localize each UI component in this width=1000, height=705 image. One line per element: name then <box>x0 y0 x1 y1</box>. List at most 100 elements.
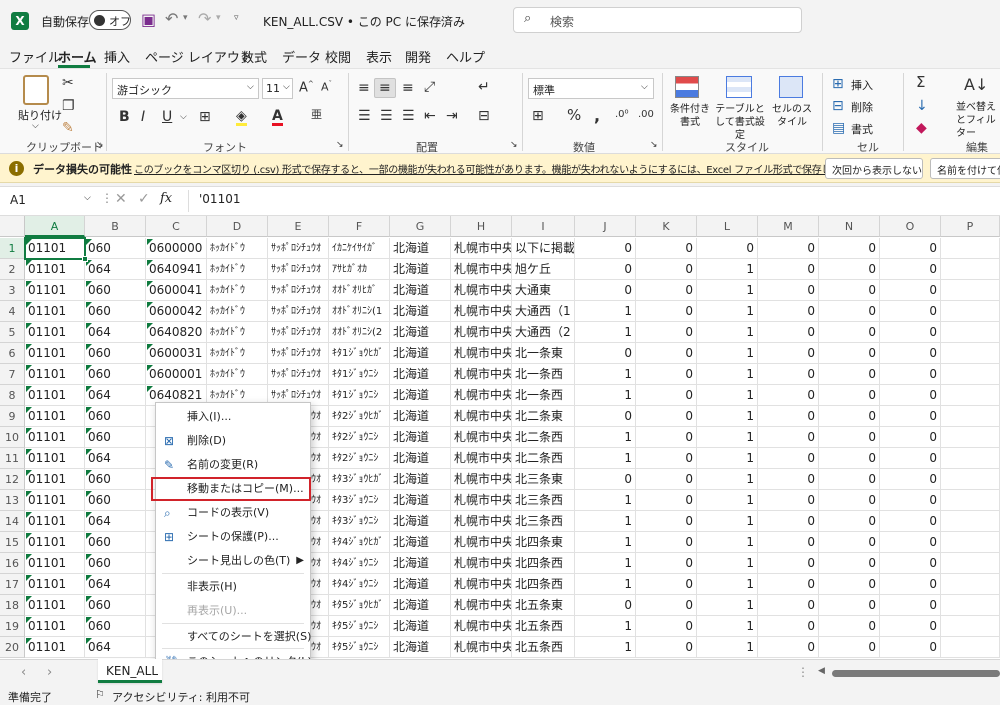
cell[interactable]: ｷﾀ3ｼﾞｮｳﾋｶﾞ <box>329 469 390 490</box>
cell[interactable]: 060 <box>85 553 146 574</box>
cell[interactable]: 1 <box>697 448 758 469</box>
cell[interactable]: 1 <box>697 259 758 280</box>
cell[interactable]: 1 <box>697 511 758 532</box>
row-header[interactable]: 6 <box>0 343 25 364</box>
accessibility-icon[interactable]: ⚐ <box>95 688 105 701</box>
cell[interactable]: 1 <box>575 553 636 574</box>
cell[interactable] <box>941 595 1000 616</box>
cell[interactable]: 01101 <box>25 490 85 511</box>
cell[interactable]: 北三条西 <box>512 511 575 532</box>
cell[interactable]: 1 <box>575 574 636 595</box>
cell[interactable]: 0 <box>636 511 697 532</box>
cell[interactable]: 0 <box>880 343 941 364</box>
bold-icon[interactable]: B <box>119 110 130 124</box>
insert-function-icon[interactable]: fx <box>160 191 172 206</box>
cell[interactable]: 0600042 <box>146 301 207 322</box>
cell[interactable]: 0 <box>758 301 819 322</box>
cell[interactable]: 0 <box>880 406 941 427</box>
font-color-icon[interactable]: A <box>272 109 283 126</box>
cell[interactable]: ｻｯﾎﾟﾛｼﾁｭｳｵ <box>268 259 329 280</box>
clipboard-launcher-icon[interactable]: ↘ <box>96 141 104 150</box>
cut-icon[interactable]: ✂ <box>62 76 74 90</box>
cell[interactable]: 0 <box>880 469 941 490</box>
number-format-select[interactable]: 標準 ⌵ <box>528 78 654 99</box>
dont-show-again-button[interactable]: 次回から表示しない <box>825 158 923 179</box>
cell[interactable]: 札幌市中央 <box>451 553 512 574</box>
font-launcher-icon[interactable]: ↘ <box>336 141 344 150</box>
cell[interactable]: 1 <box>697 574 758 595</box>
row-header[interactable]: 1 <box>0 238 25 259</box>
cell[interactable]: 北海道 <box>390 280 451 301</box>
cell[interactable]: ﾎｯｶｲﾄﾞｳ <box>207 343 268 364</box>
cell[interactable]: 0 <box>758 280 819 301</box>
cell[interactable]: 0 <box>819 364 880 385</box>
cell[interactable]: 0 <box>880 616 941 637</box>
spreadsheet-grid[interactable]: A B C D E F G H I J K L M N O P 1 01101 060 0600000 ﾎｯｶｲﾄﾞｳｻ… <box>0 216 1000 659</box>
cell[interactable]: 北三条東 <box>512 469 575 490</box>
menu-file[interactable]: ファイル <box>9 47 61 66</box>
cell[interactable]: 北二条西 <box>512 448 575 469</box>
undo-icon[interactable]: ↶ <box>165 11 178 27</box>
cell[interactable]: 0 <box>819 259 880 280</box>
formula-input[interactable]: '01101 <box>199 192 240 206</box>
cell[interactable]: 北海道 <box>390 448 451 469</box>
cell[interactable]: 0 <box>575 280 636 301</box>
number-launcher-icon[interactable]: ↘ <box>650 141 658 150</box>
cell[interactable]: ﾎｯｶｲﾄﾞｳ <box>207 322 268 343</box>
delete-cells-button[interactable]: 削除 <box>851 99 873 115</box>
cell[interactable]: 1 <box>575 385 636 406</box>
cell[interactable]: 旭ケ丘 <box>512 259 575 280</box>
table-format-button[interactable]: テーブルとして書式設定 <box>712 103 768 141</box>
cell[interactable]: 01101 <box>25 280 85 301</box>
cell[interactable]: ｷﾀ2ｼﾞｮｳﾋｶﾞ <box>329 406 390 427</box>
cell[interactable]: 札幌市中央 <box>451 280 512 301</box>
cell[interactable]: 北海道 <box>390 490 451 511</box>
cell[interactable]: 札幌市中央 <box>451 637 512 658</box>
title-chevron-icon[interactable]: ⌵ <box>436 12 444 26</box>
cell[interactable]: 1 <box>697 427 758 448</box>
cell[interactable] <box>941 301 1000 322</box>
cell[interactable]: 0 <box>758 616 819 637</box>
cell[interactable]: 064 <box>85 448 146 469</box>
context-menu-item[interactable]: シート見出しの色(T) ▶ <box>156 549 310 573</box>
cell[interactable]: 0 <box>819 553 880 574</box>
name-box[interactable]: A1 ⌵ <box>4 190 96 212</box>
menu-page-layout[interactable]: ページ レイアウト <box>145 47 253 66</box>
cell[interactable]: 0 <box>819 469 880 490</box>
cell[interactable]: 札幌市中央 <box>451 511 512 532</box>
underline-dropdown-icon[interactable]: ⌵ <box>180 113 187 122</box>
format-painter-icon[interactable]: ✎ <box>62 121 74 135</box>
cell[interactable] <box>941 385 1000 406</box>
row-header[interactable]: 14 <box>0 511 25 532</box>
cell[interactable]: ｷﾀ1ｼﾞｮｳﾆｼ <box>329 364 390 385</box>
cell[interactable]: 0 <box>819 511 880 532</box>
cell[interactable]: 0 <box>819 574 880 595</box>
cell[interactable]: ｻｯﾎﾟﾛｼﾁｭｳｵ <box>268 343 329 364</box>
cell[interactable] <box>941 322 1000 343</box>
cell[interactable]: 0 <box>880 595 941 616</box>
cell[interactable]: 1 <box>697 553 758 574</box>
cell[interactable]: 1 <box>575 322 636 343</box>
cell[interactable]: 1 <box>575 532 636 553</box>
cell[interactable]: ｷﾀ5ｼﾞｮｳﾆｼ <box>329 637 390 658</box>
cell[interactable]: 0 <box>819 238 880 259</box>
row-header[interactable]: 20 <box>0 637 25 658</box>
row-header[interactable]: 11 <box>0 448 25 469</box>
merge-center-icon[interactable]: ⊟ <box>478 109 490 123</box>
cell[interactable] <box>941 490 1000 511</box>
cell[interactable]: 0 <box>636 469 697 490</box>
cell[interactable]: 01101 <box>25 259 85 280</box>
cell[interactable]: ｷﾀ1ｼﾞｮｳﾋｶﾞ <box>329 343 390 364</box>
cell[interactable]: 0 <box>880 259 941 280</box>
cell[interactable]: 0 <box>636 595 697 616</box>
accounting-format-icon[interactable]: ⊞ <box>532 109 544 123</box>
more-icon[interactable]: ⋮ <box>797 665 809 679</box>
underline-icon[interactable]: U <box>162 110 172 124</box>
menu-home[interactable]: ホーム <box>58 47 97 66</box>
cell[interactable] <box>941 469 1000 490</box>
row-header[interactable]: 4 <box>0 301 25 322</box>
cell[interactable]: 060 <box>85 616 146 637</box>
align-middle-button[interactable]: ≡ <box>374 78 396 98</box>
cell[interactable]: 札幌市中央 <box>451 616 512 637</box>
cell[interactable]: 0640941 <box>146 259 207 280</box>
